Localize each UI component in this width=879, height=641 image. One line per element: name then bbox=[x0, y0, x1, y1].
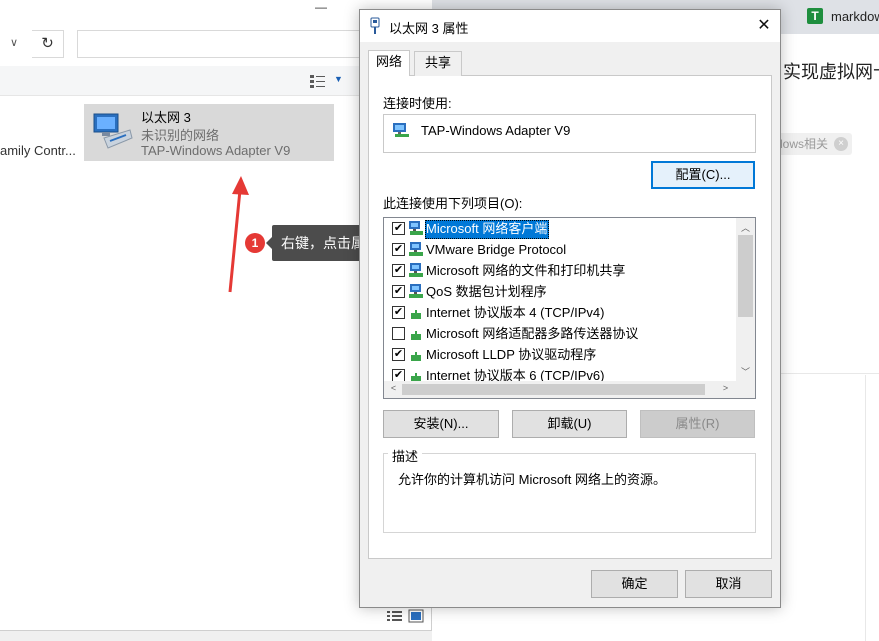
markdown-tab-icon: T bbox=[807, 8, 823, 24]
dialog-title: 以太网 3 属性 bbox=[389, 21, 469, 36]
adapter-driver: TAP-Windows Adapter V9 bbox=[141, 143, 291, 158]
change-view-icon[interactable] bbox=[309, 73, 327, 89]
item-checkbox[interactable]: ✔ bbox=[392, 222, 405, 235]
item-label: QoS 数据包计划程序 bbox=[426, 284, 547, 299]
recent-locations-dropdown[interactable]: ∨ bbox=[6, 36, 22, 52]
item-label: VMware Bridge Protocol bbox=[426, 242, 567, 257]
item-label: Microsoft 网络的文件和打印机共享 bbox=[426, 263, 626, 278]
description-group bbox=[383, 453, 756, 533]
list-item[interactable]: ✔ Microsoft LLDP 协议驱动程序 bbox=[384, 345, 736, 366]
adapter-name: 以太网 3 bbox=[141, 110, 191, 125]
adapter-item-partial[interactable]: amily Contr... bbox=[0, 143, 76, 158]
item-checkbox[interactable] bbox=[392, 327, 405, 340]
network-plug-icon bbox=[370, 17, 380, 34]
description-legend: 描述 bbox=[388, 446, 423, 465]
list-item[interactable]: Microsoft 网络适配器多路传送器协议 bbox=[384, 324, 736, 345]
network-adapter-icon bbox=[93, 113, 133, 149]
network-adapter-icon bbox=[393, 123, 409, 137]
adapter-status: 未识别的网络 bbox=[141, 128, 220, 143]
view-options-caret[interactable]: ▼ bbox=[334, 74, 344, 86]
item-checkbox[interactable]: ✔ bbox=[392, 243, 405, 256]
details-view-icon[interactable] bbox=[386, 609, 426, 623]
scroll-down-icon[interactable]: ﹀ bbox=[737, 365, 754, 379]
tab-network[interactable]: 网络 bbox=[368, 50, 410, 76]
list-item[interactable]: ✔ Microsoft 网络的文件和打印机共享 bbox=[384, 261, 736, 282]
properties-button: 属性(R) bbox=[640, 410, 755, 438]
tag-close-icon[interactable]: × bbox=[834, 137, 848, 151]
network-service-icon bbox=[409, 242, 423, 256]
items-label: 此连接使用下列项目(O): bbox=[383, 196, 523, 211]
search-input[interactable] bbox=[77, 30, 377, 58]
item-label: Microsoft 网络客户端 bbox=[426, 221, 548, 236]
item-checkbox[interactable]: ✔ bbox=[392, 285, 405, 298]
list-item[interactable]: ✔ VMware Bridge Protocol bbox=[384, 240, 736, 261]
adapter-name-value: TAP-Windows Adapter V9 bbox=[421, 123, 571, 138]
protocol-icon bbox=[411, 331, 421, 340]
list-item[interactable]: ✔ Internet 协议版本 4 (TCP/IPv4) bbox=[384, 303, 736, 324]
item-checkbox[interactable]: ✔ bbox=[392, 306, 405, 319]
cancel-button[interactable]: 取消 bbox=[685, 570, 772, 598]
uninstall-button[interactable]: 卸载(U) bbox=[512, 410, 627, 438]
list-item[interactable]: ✔ QoS 数据包计划程序 bbox=[384, 282, 736, 303]
scroll-left-icon[interactable]: < bbox=[385, 383, 402, 397]
divider bbox=[780, 373, 879, 374]
item-checkbox[interactable]: ✔ bbox=[392, 264, 405, 277]
article-title: 实现虚拟网卡 bbox=[783, 62, 879, 82]
tab-sharing[interactable]: 共享 bbox=[414, 51, 462, 76]
minimize-button[interactable]: — bbox=[312, 0, 330, 14]
network-service-icon bbox=[409, 263, 423, 277]
markdown-tab-title[interactable]: markdow bbox=[831, 9, 879, 24]
refresh-button[interactable]: ↻ bbox=[32, 30, 64, 58]
horizontal-scroll-thumb[interactable] bbox=[402, 384, 705, 395]
item-label: Microsoft 网络适配器多路传送器协议 bbox=[426, 326, 639, 341]
item-label: Microsoft LLDP 协议驱动程序 bbox=[426, 347, 597, 362]
list-item[interactable]: ✔ Microsoft 网络客户端 bbox=[384, 219, 736, 240]
protocol-icon bbox=[411, 352, 421, 361]
install-button[interactable]: 安装(N)... bbox=[383, 410, 499, 438]
configure-button[interactable]: 配置(C)... bbox=[651, 161, 755, 189]
vertical-scroll-thumb[interactable] bbox=[738, 235, 753, 317]
protocol-icon bbox=[411, 310, 421, 319]
scroll-up-icon[interactable]: ︿ bbox=[737, 221, 754, 235]
item-checkbox[interactable]: ✔ bbox=[392, 348, 405, 361]
scroll-right-icon[interactable]: > bbox=[717, 383, 734, 397]
ok-button[interactable]: 确定 bbox=[591, 570, 678, 598]
connect-using-label: 连接时使用: bbox=[383, 96, 452, 111]
network-client-icon bbox=[409, 221, 423, 235]
description-text: 允许你的计算机访问 Microsoft 网络上的资源。 bbox=[398, 472, 666, 487]
item-label: Internet 协议版本 4 (TCP/IPv4) bbox=[426, 305, 605, 320]
network-service-icon bbox=[409, 284, 423, 298]
divider bbox=[865, 375, 866, 641]
step-1-badge: 1 bbox=[245, 233, 265, 253]
close-icon[interactable]: ✕ bbox=[752, 14, 776, 38]
